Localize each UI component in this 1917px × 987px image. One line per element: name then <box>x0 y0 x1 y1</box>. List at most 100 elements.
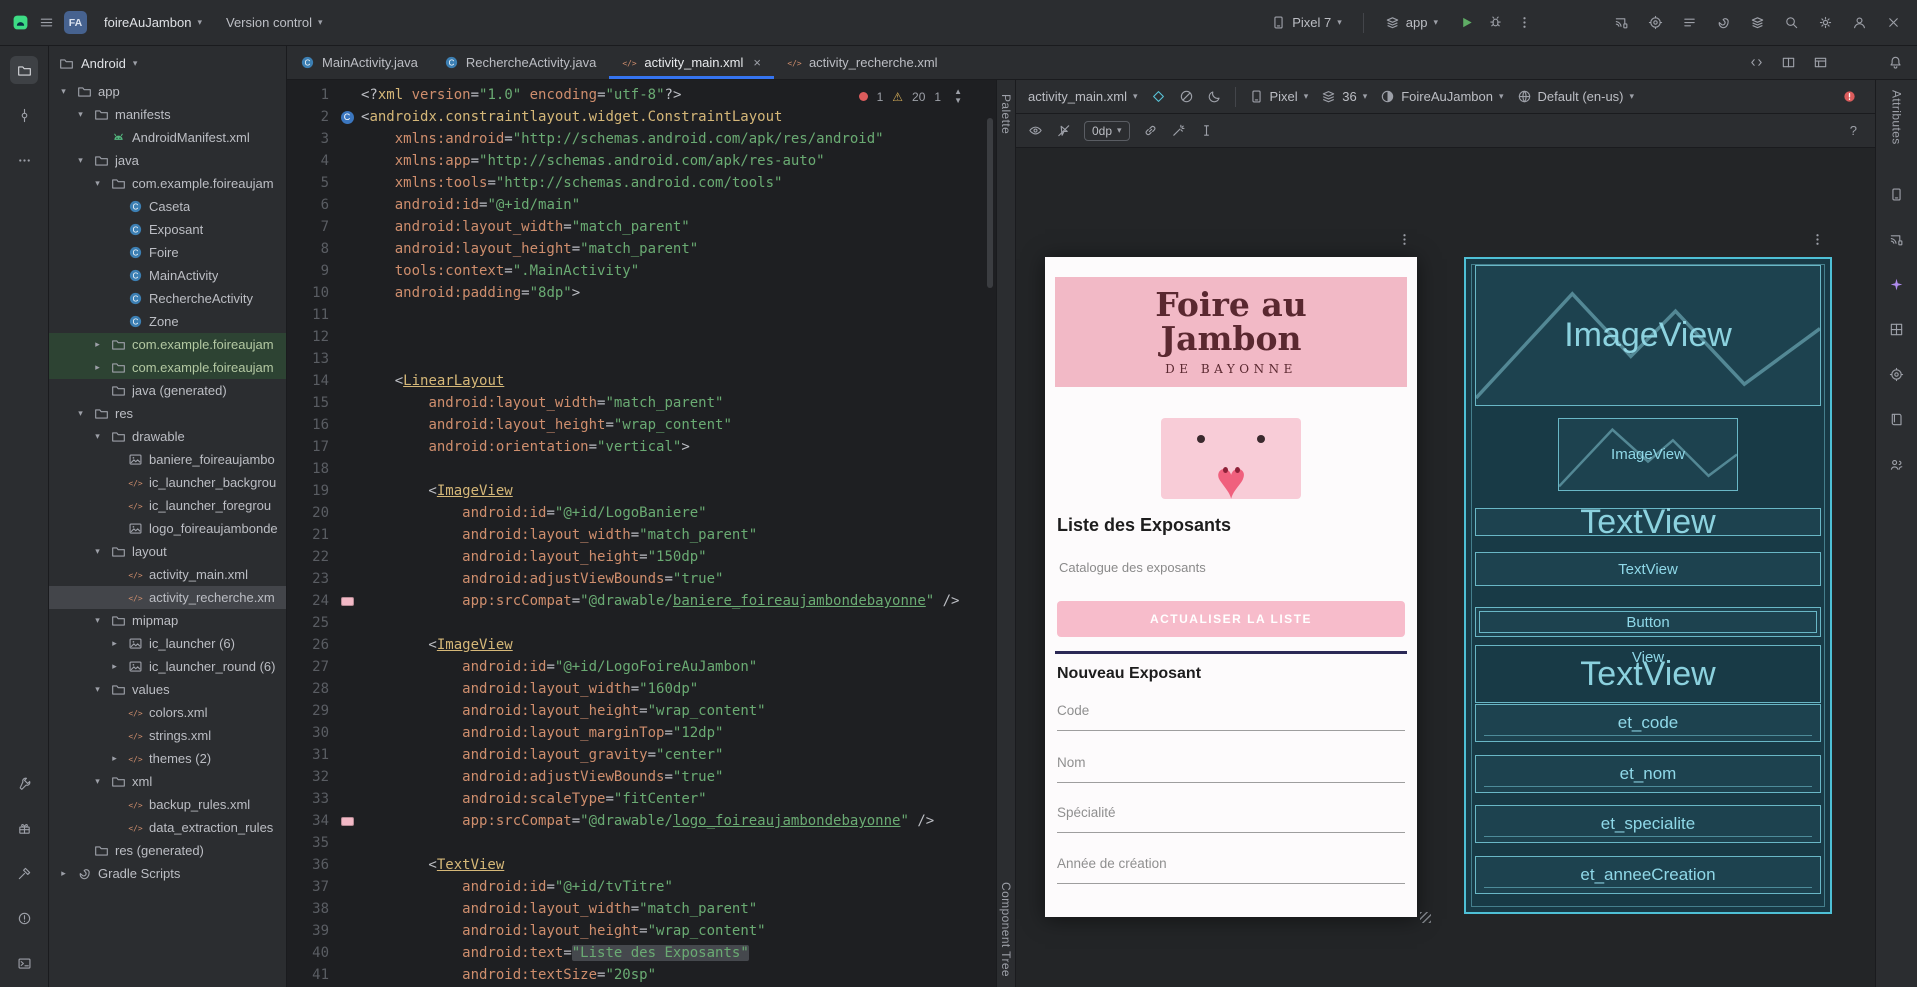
code-line-32[interactable]: 32 android:adjustViewBounds="true" <box>287 766 996 788</box>
code-line-18[interactable]: 18 <box>287 458 996 480</box>
line-number[interactable]: 31 <box>287 744 333 766</box>
moon-icon[interactable] <box>1207 89 1222 104</box>
locale-menu[interactable]: Default (en-us) ▾ <box>1517 89 1634 104</box>
line-number[interactable]: 3 <box>287 128 333 150</box>
line-number[interactable]: 8 <box>287 238 333 260</box>
preview-list-title[interactable]: Liste des Exposants <box>1057 515 1231 536</box>
design-blueprint-phone[interactable]: ImageView ImageView TextView TextView Bu… <box>1464 257 1832 914</box>
main-menu-button[interactable] <box>39 15 54 30</box>
gutter-class-icon[interactable]: C <box>333 106 361 128</box>
code-editor[interactable]: 1 <?xml version="1.0" encoding="utf-8"?> 2… <box>287 80 996 987</box>
code-line-12[interactable]: 12 <box>287 326 996 348</box>
line-number[interactable]: 40 <box>287 942 333 964</box>
attributes-tab[interactable]: Attributes <box>1890 90 1904 145</box>
tree-toggle-icon[interactable]: ▸ <box>91 339 104 350</box>
ibeam-icon[interactable] <box>1199 123 1214 138</box>
design-preview-phone[interactable]: Foire au Jambon DE BAYONNE ♥ Liste des E… <box>1045 257 1417 917</box>
tree-item-activity-main-xml[interactable]: </> activity_main.xml <box>49 563 286 586</box>
more-actions-button[interactable] <box>1517 15 1532 30</box>
blueprint-et-anneecreation[interactable]: et_anneeCreation <box>1475 856 1821 894</box>
blueprint-imageview-small[interactable]: ImageView <box>1558 418 1738 491</box>
debug-button[interactable] <box>1488 15 1503 30</box>
code-line-33[interactable]: 33 android:scaleType="fitCenter" <box>287 788 996 810</box>
code-line-13[interactable]: 13 <box>287 348 996 370</box>
line-number[interactable]: 1 <box>287 84 333 106</box>
terminal-button[interactable] <box>10 949 38 977</box>
theme-menu[interactable]: FoireAuJambon ▾ <box>1380 89 1504 104</box>
design-file-selector[interactable]: activity_main.xml ▾ <box>1028 89 1138 104</box>
notifications-bell[interactable] <box>1888 55 1903 70</box>
code-line-11[interactable]: 11 <box>287 304 996 326</box>
code-line-39[interactable]: 39 android:layout_height="wrap_content" <box>287 920 996 942</box>
code-line-15[interactable]: 15 android:layout_width="match_parent" <box>287 392 996 414</box>
code-line-5[interactable]: 5 xmlns:tools="http://schemas.android.co… <box>287 172 996 194</box>
tree-toggle-icon[interactable]: ▾ <box>74 155 87 166</box>
tree-toggle-icon[interactable]: ▾ <box>74 109 87 120</box>
tree-item-mipmap[interactable]: ▾ mipmap <box>49 609 286 632</box>
dependencies-button[interactable] <box>10 814 38 842</box>
tree-toggle-icon[interactable]: ▾ <box>91 684 104 695</box>
line-number[interactable]: 35 <box>287 832 333 854</box>
code-line-20[interactable]: 20 android:id="@+id/LogoBaniere" <box>287 502 996 524</box>
gradle-icon[interactable] <box>1716 15 1731 30</box>
inspections-widget[interactable]: 1 ⚠ 20 1 ▲ ▼ <box>858 88 962 105</box>
code-line-3[interactable]: 3 xmlns:android="http://schemas.android.… <box>287 128 996 150</box>
code-line-10[interactable]: 10 android:padding="8dp"> <box>287 282 996 304</box>
code-line-16[interactable]: 16 android:layout_height="wrap_content" <box>287 414 996 436</box>
code-line-25[interactable]: 25 <box>287 612 996 634</box>
tab-rechercheactivity-java[interactable]: C RechercheActivity.java <box>431 46 610 79</box>
preview-pig-logo[interactable]: ♥ <box>1161 418 1301 507</box>
tree-item-colors-xml[interactable]: </> colors.xml <box>49 701 286 724</box>
tree-item-com-example-foireaujam[interactable]: ▸ com.example.foireaujam <box>49 356 286 379</box>
search-icon[interactable] <box>1784 15 1799 30</box>
tree-toggle-icon[interactable]: ▸ <box>108 661 121 672</box>
line-number[interactable]: 24 <box>287 590 333 612</box>
tree-item-foire[interactable]: C Foire <box>49 241 286 264</box>
line-number[interactable]: 38 <box>287 898 333 920</box>
tree-item-layout[interactable]: ▾ layout <box>49 540 286 563</box>
gutter-color-swatch[interactable] <box>333 590 361 612</box>
code-line-2[interactable]: 2 C <androidx.constraintlayout.widget.Cons… <box>287 106 996 128</box>
line-number[interactable]: 12 <box>287 326 333 348</box>
preview-resize-handle[interactable] <box>1420 912 1431 923</box>
tree-item-exposant[interactable]: C Exposant <box>49 218 286 241</box>
diamond-icon[interactable] <box>1151 89 1166 104</box>
build-button[interactable] <box>10 859 38 887</box>
blueprint-menu-button[interactable] <box>1810 232 1825 247</box>
code-line-8[interactable]: 8 android:layout_height="match_parent" <box>287 238 996 260</box>
line-number[interactable]: 30 <box>287 722 333 744</box>
preview-list-subtitle[interactable]: Catalogue des exposants <box>1059 560 1206 575</box>
blueprint-button[interactable]: Button <box>1475 607 1821 637</box>
tree-toggle-icon[interactable]: ▾ <box>91 431 104 442</box>
code-line-4[interactable]: 4 xmlns:app="http://schemas.android.com/… <box>287 150 996 172</box>
editor-scrollbar[interactable] <box>987 118 993 288</box>
line-number[interactable]: 33 <box>287 788 333 810</box>
code-line-27[interactable]: 27 android:id="@+id/LogoFoireAuJambon" <box>287 656 996 678</box>
avatar-icon[interactable] <box>1852 15 1867 30</box>
code-line-30[interactable]: 30 android:layout_marginTop="12dp" <box>287 722 996 744</box>
tree-item-ic-launcher-round-6[interactable]: ▸ ic_launcher_round (6) <box>49 655 286 678</box>
tree-item-strings-xml[interactable]: </> strings.xml <box>49 724 286 747</box>
preview-field-ann-e-de-cr-ation[interactable]: Année de création <box>1057 856 1405 884</box>
tree-toggle-icon[interactable]: ▸ <box>57 868 70 879</box>
preview-field-sp-cialit[interactable]: Spécialité <box>1057 805 1405 833</box>
tree-item-res[interactable]: ▾ res <box>49 402 286 425</box>
tree-item-themes-2[interactable]: ▸ </> themes (2) <box>49 747 286 770</box>
tasks-icon[interactable] <box>1682 15 1697 30</box>
code-line-40[interactable]: 40 android:text="Liste des Exposants" <box>287 942 996 964</box>
tree-item-mainactivity[interactable]: C MainActivity <box>49 264 286 287</box>
gemini-button[interactable] <box>1883 271 1911 299</box>
code-line-19[interactable]: 19 <ImageView <box>287 480 996 502</box>
preview-banner-image[interactable]: Foire au Jambon DE BAYONNE <box>1055 277 1407 387</box>
design-canvas[interactable]: Foire au Jambon DE BAYONNE ♥ Liste des E… <box>1016 148 1875 987</box>
code-line-38[interactable]: 38 android:layout_width="match_parent" <box>287 898 996 920</box>
tree-item-java[interactable]: ▾ java <box>49 149 286 172</box>
line-number[interactable]: 10 <box>287 282 333 304</box>
close-tab-icon[interactable]: × <box>753 55 761 70</box>
code-line-26[interactable]: 26 <ImageView <box>287 634 996 656</box>
eye-icon[interactable] <box>1028 123 1043 138</box>
line-number[interactable]: 34 <box>287 810 333 832</box>
code-line-36[interactable]: 36 <TextView <box>287 854 996 876</box>
tab-activity-main-xml[interactable]: </> activity_main.xml × <box>609 46 774 79</box>
target-icon[interactable] <box>1648 15 1663 30</box>
